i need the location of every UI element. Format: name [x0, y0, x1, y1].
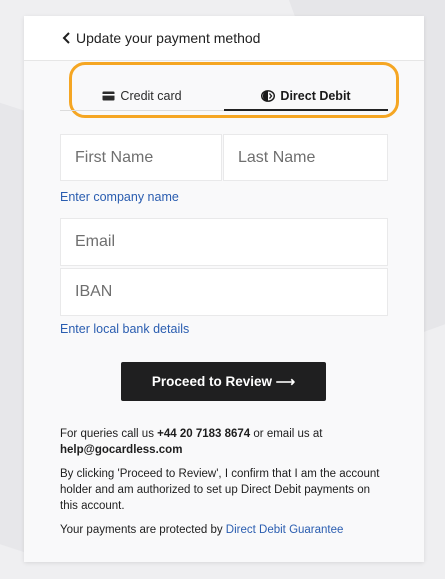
contact-info: For queries call us +44 20 7183 8674 or … [60, 426, 390, 458]
direct-debit-icon [261, 90, 276, 102]
back-button[interactable]: Update your payment method [60, 27, 260, 49]
queries-middle: or email us at [250, 428, 323, 440]
protection-info: Your payments are protected by Direct De… [60, 522, 390, 538]
payment-method-card: Update your payment method Credit card D… [24, 16, 424, 562]
proceed-to-review-button[interactable]: Proceed to Review ⟶ [121, 362, 326, 401]
direct-debit-guarantee-link[interactable]: Direct Debit Guarantee [226, 524, 344, 536]
tab-credit-card[interactable]: Credit card [60, 82, 224, 110]
iban-field[interactable] [60, 268, 388, 316]
enter-company-name-link[interactable]: Enter company name [60, 190, 179, 204]
credit-card-icon [102, 91, 115, 101]
back-button-label: Update your payment method [76, 30, 261, 46]
phone-number: +44 20 7183 8674 [157, 428, 251, 440]
card-header: Update your payment method [24, 16, 424, 61]
chevron-left-icon [62, 32, 70, 44]
payment-tabs: Credit card Direct Debit [60, 82, 388, 111]
tab-direct-debit-label: Direct Debit [280, 89, 351, 103]
protected-prefix: Your payments are protected by [60, 524, 226, 536]
enter-local-bank-details-link[interactable]: Enter local bank details [60, 322, 189, 336]
support-email: help@gocardless.com [60, 444, 183, 456]
confirmation-text: By clicking 'Proceed to Review', I confi… [60, 468, 380, 512]
first-name-field[interactable] [60, 134, 222, 181]
tab-credit-card-label: Credit card [120, 89, 182, 103]
last-name-field[interactable] [223, 134, 388, 181]
queries-prefix: For queries call us [60, 428, 158, 440]
email-field[interactable] [60, 218, 388, 266]
tab-direct-debit[interactable]: Direct Debit [224, 82, 388, 111]
